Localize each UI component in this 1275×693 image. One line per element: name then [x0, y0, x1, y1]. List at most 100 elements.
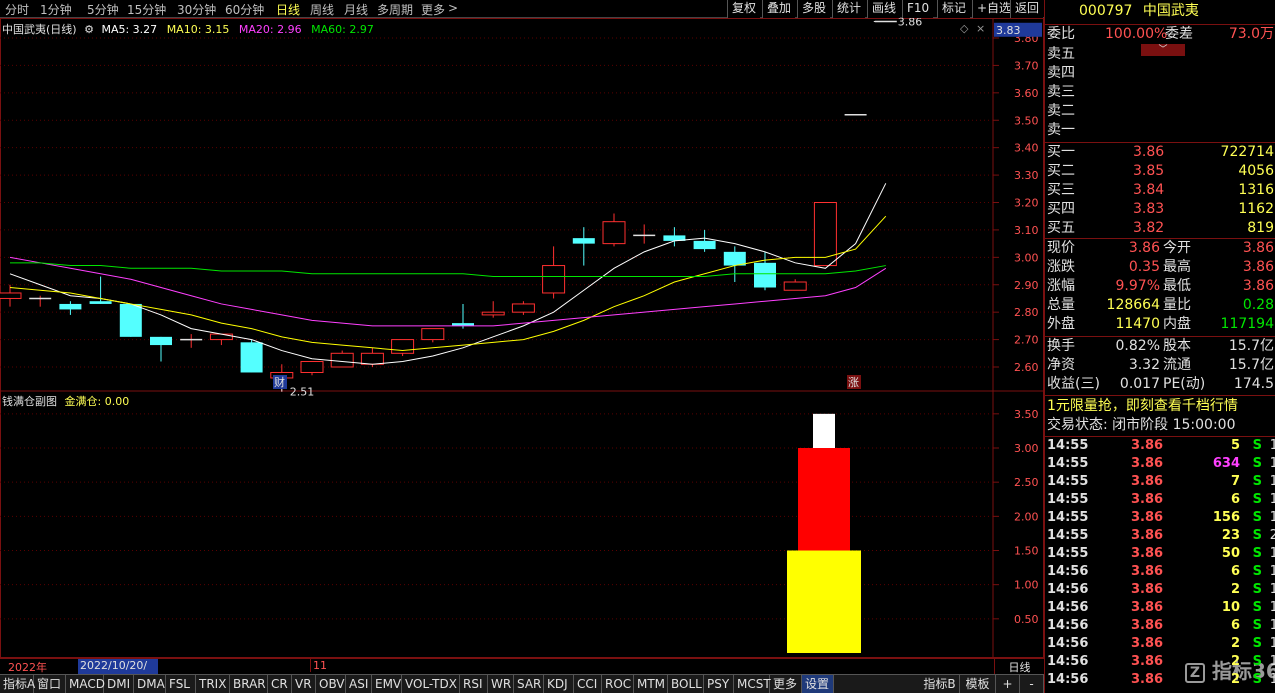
bottom-right-btn-0[interactable]: 指标B	[920, 675, 960, 693]
buy-level-label: 买二	[1047, 163, 1075, 179]
toolbar-button-8[interactable]: 返回	[1010, 0, 1044, 18]
indicator-tab-9[interactable]: VR	[292, 675, 316, 693]
close-icon[interactable]: ×	[976, 22, 985, 35]
quote-value: 0.35	[1128, 259, 1160, 275]
candle[interactable]	[452, 303, 474, 329]
settings-icon[interactable]: ⚙	[84, 23, 94, 36]
candle[interactable]	[150, 336, 172, 362]
indicator-tab-5[interactable]: FSL	[166, 675, 196, 693]
indicator-tab-12[interactable]: EMV	[372, 675, 402, 693]
tick-count: 1	[1269, 510, 1275, 525]
candle[interactable]	[421, 328, 445, 343]
period-tab-2[interactable]: 5分钟	[87, 1, 119, 18]
period-label[interactable]: 日线	[994, 659, 1044, 674]
bottom-right-btn-1[interactable]: 模板	[960, 675, 996, 693]
period-tab-7[interactable]: 周线	[310, 1, 334, 18]
candle[interactable]	[511, 301, 535, 315]
buy-level-row[interactable]: 买三 3.84 1316	[1047, 181, 1275, 200]
indicator-tab-2[interactable]: MACD	[66, 675, 105, 693]
toolbar-button-2[interactable]: 多股	[797, 0, 831, 18]
indicator-tab-14[interactable]: RSI	[460, 675, 488, 693]
tick-time: 14:56	[1047, 672, 1089, 687]
buy-level-row[interactable]: 买四 3.83 1162	[1047, 200, 1275, 219]
indicator-tab-19[interactable]: ROC	[602, 675, 634, 693]
toolbar-button-1[interactable]: 叠加	[762, 0, 796, 18]
indicator-tab-13[interactable]: VOL-TDX	[402, 675, 460, 693]
indicator-tab-24[interactable]: 更多	[770, 675, 802, 693]
buy-level-price: 3.84	[1133, 182, 1165, 198]
indicator-tab-1[interactable]: 窗口	[34, 675, 66, 693]
buy-level-row[interactable]: 买一 3.86 722714	[1047, 143, 1275, 162]
diamond-icon[interactable]: ◇	[960, 22, 969, 35]
indicator-tab-20[interactable]: MTM	[634, 675, 668, 693]
indicator-tab-22[interactable]: PSY	[704, 675, 734, 693]
indicator-tab-11[interactable]: ASI	[346, 675, 372, 693]
candle[interactable]	[330, 350, 354, 368]
candle[interactable]	[693, 229, 716, 252]
period-tab-6[interactable]: 日线	[276, 1, 300, 18]
promo-banner[interactable]: 1元限量抢，即刻查看千档行情	[1047, 397, 1275, 416]
period-tab-4[interactable]: 30分钟	[177, 1, 216, 18]
candle[interactable]	[633, 224, 656, 244]
candle-body	[360, 352, 384, 365]
indicator-tab-8[interactable]: CR	[268, 675, 292, 693]
bottom-right-btn-3[interactable]: -	[1020, 675, 1044, 693]
candle[interactable]	[59, 301, 82, 315]
indicator-tab-6[interactable]: TRIX	[196, 675, 230, 693]
candle-body	[693, 240, 716, 250]
indicator-tab-3[interactable]: DMI	[104, 675, 134, 693]
toolbar-button-6[interactable]: 标记	[937, 0, 971, 18]
indicator-tab-21[interactable]: BOLL	[668, 675, 704, 693]
candle[interactable]	[813, 202, 837, 267]
candle[interactable]	[542, 246, 566, 299]
toolbar-button-7[interactable]: +自选	[972, 0, 1016, 18]
tick-volume: 634	[1212, 456, 1240, 471]
candle[interactable]	[119, 303, 142, 337]
toolbar-button-5[interactable]: F10	[902, 0, 934, 18]
candle[interactable]	[180, 334, 203, 348]
period-tab-1[interactable]: 1分钟	[40, 1, 72, 18]
period-tab-5[interactable]: 60分钟	[225, 1, 264, 18]
more-arrow-icon[interactable]: >	[448, 1, 458, 15]
tick-count: 1	[1269, 582, 1275, 597]
candle[interactable]	[783, 279, 807, 291]
candle[interactable]	[29, 295, 52, 307]
toolbar-button-0[interactable]: 复权	[727, 0, 761, 18]
indicator-tab-7[interactable]: BRAR	[230, 675, 268, 693]
period-tab-10[interactable]: 更多	[421, 1, 445, 18]
indicator-tab-16[interactable]: SAR	[514, 675, 544, 693]
period-tab-3[interactable]: 15分钟	[127, 1, 166, 18]
candle[interactable]	[602, 213, 626, 247]
candle[interactable]	[481, 301, 505, 318]
indicator-tab-bar: 指标A 窗口 MACD DMI DMA FSL TRIX BRAR CR VR OBV ASI EMV V…	[0, 674, 1044, 693]
stock-code: 000797	[1079, 3, 1133, 19]
quote-row: 现价 3.86 今开 3.86	[1047, 239, 1275, 258]
indicator-tab-15[interactable]: WR	[488, 675, 514, 693]
kline-chart[interactable]: 3.803.703.603.503.403.303.203.103.002.90…	[0, 18, 1044, 658]
candle[interactable]	[300, 361, 324, 376]
price-tick-label: 2.80	[1014, 306, 1039, 319]
toolbar-button-4[interactable]: 画线	[867, 0, 901, 18]
indicator-tab-18[interactable]: CCI	[574, 675, 602, 693]
indicator-tab-25[interactable]: 设置	[802, 675, 834, 693]
toolbar-button-3[interactable]: 统计	[832, 0, 866, 18]
sub-chart-value: 金满仓: 0.00	[64, 395, 130, 408]
indicator-tab-4[interactable]: DMA	[134, 675, 166, 693]
candle[interactable]	[240, 339, 263, 373]
period-tab-8[interactable]: 月线	[344, 1, 368, 18]
tick-row: 14:56 3.86 10 S 1	[1047, 599, 1275, 617]
indicator-tab-0[interactable]: 指标A	[0, 675, 35, 693]
period-tab-0[interactable]: 分时	[5, 1, 29, 18]
indicator-tab-23[interactable]: MCST	[734, 675, 771, 693]
buy-level-row[interactable]: 买五 3.82 819	[1047, 219, 1275, 238]
candle-body	[481, 311, 505, 316]
period-tab-9[interactable]: 多周期	[377, 1, 413, 18]
candle[interactable]	[391, 339, 415, 357]
candle[interactable]	[572, 227, 595, 266]
buy-level-row[interactable]: 买二 3.85 4056	[1047, 162, 1275, 181]
indicator-tab-10[interactable]: OBV	[316, 675, 346, 693]
current-price-label: 3.83	[996, 24, 1021, 37]
bottom-right-btn-2[interactable]: +	[996, 675, 1020, 693]
sub-tick-label: 1.50	[1014, 545, 1039, 558]
indicator-tab-17[interactable]: KDJ	[544, 675, 574, 693]
